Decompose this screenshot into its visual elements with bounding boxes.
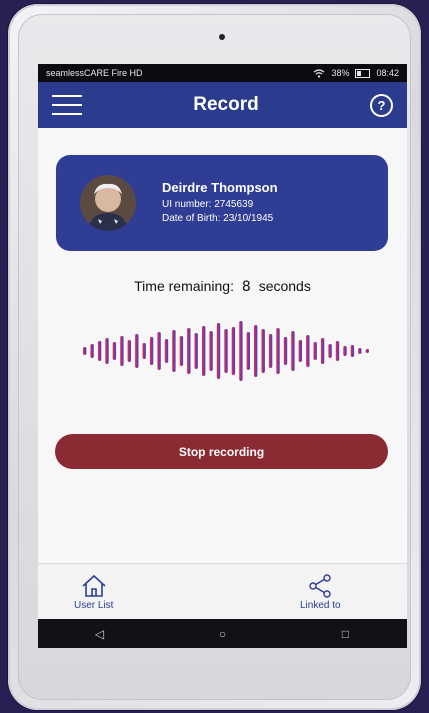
nav-linked-to[interactable]: Linked to bbox=[300, 574, 341, 611]
waveform-bar bbox=[216, 323, 221, 379]
nav-user-list-label: User List bbox=[74, 600, 114, 611]
waveform-bar bbox=[254, 325, 258, 377]
menu-icon[interactable] bbox=[52, 95, 82, 115]
battery-percent: 38% bbox=[331, 68, 350, 78]
help-icon[interactable]: ? bbox=[370, 93, 393, 117]
waveform-bar bbox=[112, 342, 117, 360]
status-bar: seamlessCARE Fire HD 38% 08:42 bbox=[38, 64, 407, 82]
waveform-bar bbox=[365, 349, 369, 353]
waveform-bar bbox=[313, 342, 317, 360]
waveform-bar bbox=[328, 344, 332, 358]
recent-apps-icon[interactable]: □ bbox=[336, 627, 356, 641]
patient-info: Deirdre Thompson UI number: 2745639 Date… bbox=[162, 180, 278, 226]
patient-ui-number: UI number: 2745639 bbox=[162, 199, 254, 210]
waveform-bar bbox=[187, 328, 191, 374]
waveform-bar bbox=[105, 338, 109, 364]
time-unit: seconds bbox=[258, 278, 311, 294]
waveform-bar bbox=[261, 329, 265, 373]
time-remaining: Time remaining: 8 seconds bbox=[38, 278, 407, 295]
nav-user-list[interactable]: User List bbox=[74, 574, 113, 611]
waveform-bar bbox=[127, 340, 131, 362]
waveform-bar bbox=[276, 328, 280, 374]
waveform-bar bbox=[358, 348, 362, 354]
audio-waveform bbox=[83, 321, 369, 381]
waveform-bar bbox=[83, 347, 87, 355]
waveform-bar bbox=[231, 327, 236, 375]
waveform-bar bbox=[135, 334, 139, 368]
battery-icon bbox=[355, 68, 371, 78]
waveform-bar bbox=[343, 346, 347, 356]
system-nav-bar: ◁ ○ □ bbox=[38, 619, 407, 648]
waveform-bar bbox=[335, 341, 340, 361]
time-value: 8 bbox=[241, 279, 251, 295]
home-circle-icon[interactable]: ○ bbox=[213, 627, 233, 641]
waveform-bar bbox=[97, 341, 102, 361]
back-icon[interactable]: ◁ bbox=[90, 627, 110, 641]
share-icon bbox=[309, 574, 331, 598]
wifi-icon bbox=[314, 68, 325, 78]
waveform-bar bbox=[298, 340, 302, 362]
waveform-bar bbox=[120, 336, 124, 366]
device-name: seamlessCARE Fire HD bbox=[46, 68, 143, 78]
time-label: Time remaining: bbox=[134, 278, 234, 294]
waveform-bar bbox=[291, 331, 295, 371]
waveform-bar bbox=[320, 338, 325, 364]
home-icon bbox=[82, 574, 106, 597]
stop-recording-button[interactable]: Stop recording bbox=[55, 434, 388, 469]
waveform-bar bbox=[179, 336, 184, 366]
patient-card: Deirdre Thompson UI number: 2745639 Date… bbox=[56, 155, 388, 251]
page-title: Record bbox=[193, 94, 259, 115]
front-camera bbox=[219, 34, 225, 40]
waveform-bar bbox=[283, 337, 288, 365]
status-time: 08:42 bbox=[376, 68, 399, 78]
waveform-bar bbox=[194, 333, 198, 369]
app-bar: Record ? bbox=[38, 82, 407, 128]
waveform-bar bbox=[142, 343, 146, 359]
nav-linked-to-label: Linked to bbox=[300, 600, 341, 611]
status-indicators: 38% 08:42 bbox=[313, 68, 399, 78]
waveform-bar bbox=[157, 332, 161, 370]
waveform-bar bbox=[246, 332, 250, 370]
waveform-bar bbox=[209, 331, 213, 371]
waveform-bar bbox=[224, 329, 228, 373]
waveform-bar bbox=[172, 330, 176, 372]
patient-dob: Date of Birth: 23/10/1945 bbox=[162, 213, 274, 224]
bottom-nav: User List Linked to bbox=[38, 563, 407, 620]
waveform-bar bbox=[149, 337, 154, 365]
waveform-bar bbox=[239, 321, 243, 381]
avatar bbox=[80, 175, 136, 231]
waveform-bar bbox=[164, 339, 169, 363]
device-screen: seamlessCARE Fire HD 38% 08:42 Record ? bbox=[38, 64, 407, 648]
waveform-bar bbox=[306, 335, 310, 367]
waveform-bar bbox=[202, 326, 206, 376]
waveform-bar bbox=[350, 345, 355, 357]
waveform-bar bbox=[268, 334, 273, 368]
waveform-bar bbox=[90, 344, 94, 358]
patient-name: Deirdre Thompson bbox=[162, 180, 278, 195]
